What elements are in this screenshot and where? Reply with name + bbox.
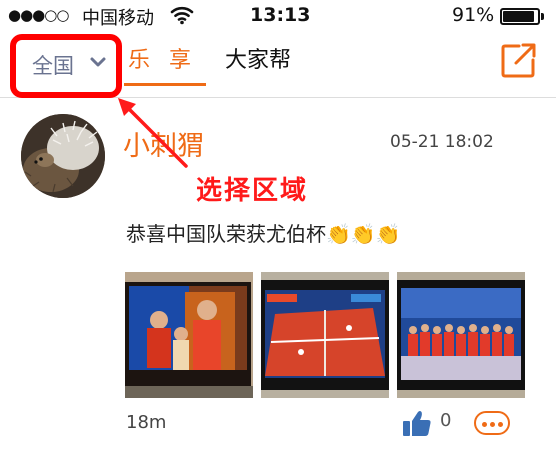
post-photo[interactable]	[397, 272, 525, 398]
more-icon[interactable]	[474, 411, 510, 435]
avatar[interactable]	[21, 114, 105, 198]
more-dot	[498, 422, 503, 427]
battery-icon	[500, 8, 540, 25]
chevron-down-icon	[88, 52, 108, 76]
like-count: 0	[440, 410, 452, 431]
share-external-icon[interactable]	[499, 40, 539, 80]
username[interactable]: 小刺猬	[123, 124, 204, 163]
post-photo[interactable]	[261, 272, 389, 398]
wifi-icon	[170, 5, 194, 30]
clock: 13:13	[250, 4, 311, 26]
tab-share[interactable]: 乐 享	[128, 42, 197, 74]
like-thumb-icon[interactable]	[402, 409, 432, 441]
status-bar: ●●●○○ 中国移动 13:13 91%	[0, 0, 556, 32]
clap-emoji: 👏	[375, 222, 401, 246]
post-text: 恭喜中国队荣获尤伯杯👏👏👏	[126, 218, 401, 247]
active-tab-indicator	[124, 83, 206, 86]
nav-bar: 全国 乐 享 大家帮	[0, 32, 556, 98]
carrier-name: 中国移动	[82, 8, 154, 29]
post-photo[interactable]	[125, 272, 253, 398]
hedgehog-avatar	[21, 114, 105, 198]
battery-percent: 91%	[452, 4, 495, 26]
post-text-content: 恭喜中国队荣获尤伯杯	[126, 222, 326, 246]
clap-emoji: 👏	[350, 222, 376, 246]
annotation-label: 选择区域	[196, 176, 309, 206]
more-dot	[490, 422, 495, 427]
signal-strength: ●●●○○	[8, 6, 69, 24]
tab-help[interactable]: 大家帮	[225, 42, 291, 74]
clap-emoji: 👏	[326, 222, 351, 246]
region-label: 全国	[32, 54, 74, 78]
more-dot	[482, 422, 487, 427]
region-selector[interactable]: 全国	[10, 34, 122, 98]
distance-label: 18m	[126, 412, 167, 433]
battery-fill	[503, 11, 534, 22]
post-timestamp: 05-21 18:02	[390, 132, 494, 152]
post-card[interactable]: 小刺猬 05-21 18:02 恭喜中国队荣获尤伯杯👏👏👏 18m 0	[0, 98, 556, 470]
battery-tip	[541, 13, 544, 20]
